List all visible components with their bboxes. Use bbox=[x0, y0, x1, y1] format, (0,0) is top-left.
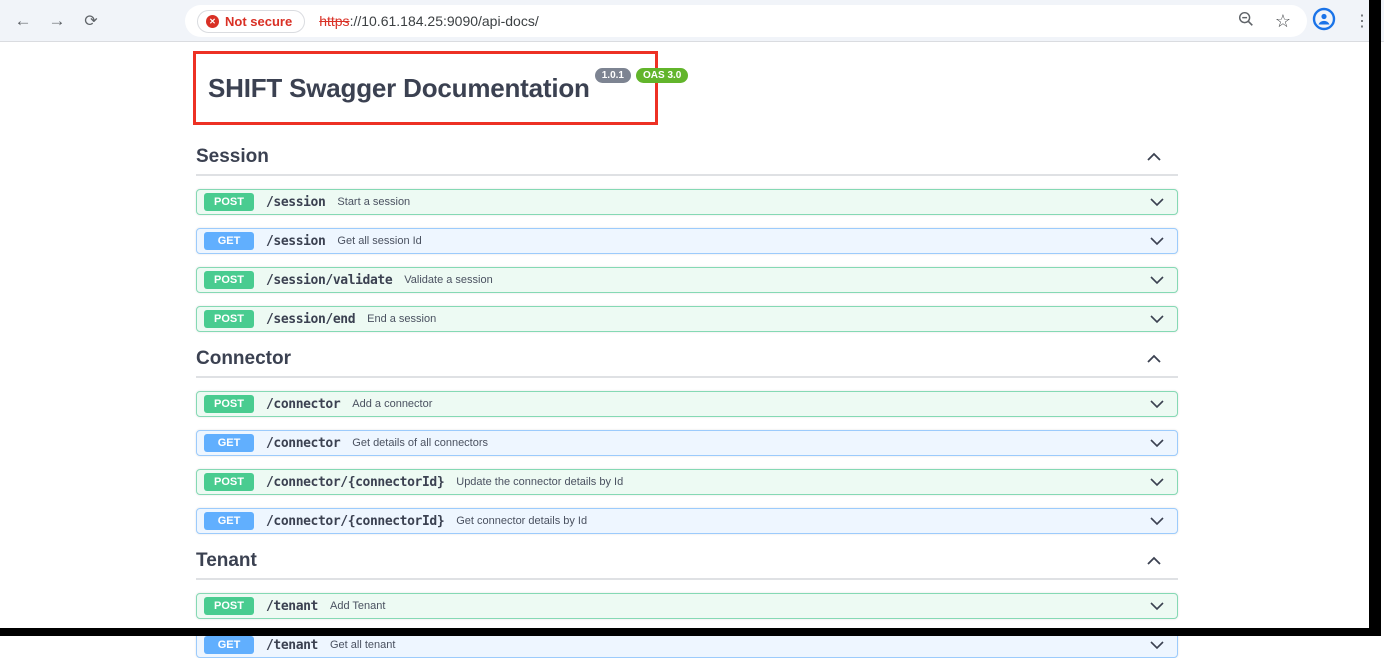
chevron-up-icon[interactable] bbox=[1146, 354, 1162, 364]
method-badge: GET bbox=[204, 232, 254, 250]
oas-badge: OAS 3.0 bbox=[636, 67, 689, 83]
endpoint-path: /session/end bbox=[266, 311, 356, 327]
method-badge: GET bbox=[204, 434, 254, 452]
section-title: Connector bbox=[196, 348, 291, 369]
not-secure-icon: ✕ bbox=[206, 14, 219, 28]
method-badge: POST bbox=[204, 310, 254, 328]
chevron-down-icon[interactable] bbox=[1149, 516, 1165, 526]
endpoint-row[interactable]: POST /session/validate Validate a sessio… bbox=[196, 267, 1178, 293]
endpoint-summary: Get all session Id bbox=[337, 235, 422, 247]
bookmark-star-icon[interactable]: ☆ bbox=[1275, 11, 1291, 32]
endpoint-row[interactable]: POST /tenant Add Tenant bbox=[196, 593, 1178, 619]
zoom-out-icon[interactable] bbox=[1237, 10, 1255, 33]
endpoint-summary: Validate a session bbox=[404, 274, 493, 286]
method-badge: POST bbox=[204, 271, 254, 289]
browser-menu-icon[interactable]: ⋮ bbox=[1354, 11, 1370, 31]
section-session: Session POST /session Start a session GE… bbox=[196, 146, 1178, 332]
endpoint-row[interactable]: GET /connector/{connectorId} Get connect… bbox=[196, 508, 1178, 534]
endpoint-row[interactable]: POST /connector/{connectorId} Update the… bbox=[196, 469, 1178, 495]
chevron-down-icon[interactable] bbox=[1149, 399, 1165, 409]
section-header-tenant[interactable]: Tenant bbox=[196, 550, 1178, 580]
endpoint-summary: Add a connector bbox=[352, 398, 433, 410]
method-badge: POST bbox=[204, 193, 254, 211]
endpoint-row[interactable]: POST /connector Add a connector bbox=[196, 391, 1178, 417]
not-secure-chip[interactable]: ✕ Not secure bbox=[197, 9, 306, 33]
method-badge: POST bbox=[204, 597, 254, 615]
endpoint-path: /connector/{connectorId} bbox=[266, 513, 445, 529]
version-badge: 1.0.1 bbox=[594, 67, 631, 83]
chevron-down-icon[interactable] bbox=[1149, 236, 1165, 246]
section-header-connector[interactable]: Connector bbox=[196, 348, 1178, 378]
section-title: Tenant bbox=[196, 550, 257, 571]
back-icon[interactable]: ← bbox=[6, 11, 40, 31]
endpoint-path: /tenant bbox=[266, 598, 318, 614]
endpoint-path: /connector bbox=[266, 435, 341, 451]
method-badge: POST bbox=[204, 395, 254, 413]
section-tenant: Tenant POST /tenant Add Tenant GET /tena… bbox=[196, 550, 1178, 658]
endpoint-summary: Get details of all connectors bbox=[352, 437, 489, 449]
endpoint-summary: Start a session bbox=[337, 196, 411, 208]
section-header-session[interactable]: Session bbox=[196, 146, 1178, 176]
endpoint-row[interactable]: GET /connector Get details of all connec… bbox=[196, 430, 1178, 456]
url-rest: ://10.61.184.25:9090/api-docs/ bbox=[349, 13, 539, 29]
endpoint-path: /connector/{connectorId} bbox=[266, 474, 445, 490]
url-scheme: https bbox=[319, 13, 350, 29]
method-badge: POST bbox=[204, 473, 254, 491]
endpoint-path: /connector bbox=[266, 396, 341, 412]
chevron-down-icon[interactable] bbox=[1149, 640, 1165, 650]
section-connector: Connector POST /connector Add a connecto… bbox=[196, 348, 1178, 534]
endpoint-row[interactable]: POST /session Start a session bbox=[196, 189, 1178, 215]
chevron-down-icon[interactable] bbox=[1149, 601, 1165, 611]
refresh-icon[interactable]: ⟳ bbox=[74, 11, 108, 31]
endpoint-summary: End a session bbox=[367, 313, 437, 325]
endpoint-summary: Update the connector details by Id bbox=[456, 476, 624, 488]
endpoint-row[interactable]: POST /session/end End a session bbox=[196, 306, 1178, 332]
chevron-down-icon[interactable] bbox=[1149, 438, 1165, 448]
chevron-up-icon[interactable] bbox=[1146, 152, 1162, 162]
endpoint-summary: Add Tenant bbox=[330, 600, 386, 612]
method-badge: GET bbox=[204, 636, 254, 654]
endpoint-path: /session bbox=[266, 194, 326, 210]
chevron-down-icon[interactable] bbox=[1149, 275, 1165, 285]
not-secure-label: Not secure bbox=[225, 13, 293, 29]
url-text[interactable]: https://10.61.184.25:9090/api-docs/ bbox=[319, 13, 539, 29]
annotation-rectangle: SHIFT Swagger Documentation 1.0.1 OAS 3.… bbox=[193, 51, 689, 125]
endpoint-path: /tenant bbox=[266, 637, 318, 653]
endpoint-summary: Get connector details by Id bbox=[456, 515, 588, 527]
screenshot-border-bottom bbox=[0, 628, 1381, 636]
endpoint-row[interactable]: GET /session Get all session Id bbox=[196, 228, 1178, 254]
endpoint-path: /session bbox=[266, 233, 326, 249]
section-title: Session bbox=[196, 146, 269, 167]
profile-avatar-icon[interactable] bbox=[1312, 7, 1336, 36]
chevron-up-icon[interactable] bbox=[1146, 556, 1162, 566]
chevron-down-icon[interactable] bbox=[1149, 477, 1165, 487]
screenshot-border-right bbox=[1369, 0, 1381, 636]
chevron-down-icon[interactable] bbox=[1149, 197, 1165, 207]
method-badge: GET bbox=[204, 512, 254, 530]
address-bar[interactable]: ✕ Not secure https://10.61.184.25:9090/a… bbox=[185, 5, 1307, 37]
page-title: SHIFT Swagger Documentation bbox=[208, 72, 590, 103]
browser-toolbar: ← → ⟳ ✕ Not secure https://10.61.184.25:… bbox=[0, 0, 1384, 42]
forward-icon[interactable]: → bbox=[40, 11, 74, 31]
endpoint-path: /session/validate bbox=[266, 272, 393, 288]
api-sections: Session POST /session Start a session GE… bbox=[196, 146, 1178, 658]
chevron-down-icon[interactable] bbox=[1149, 314, 1165, 324]
